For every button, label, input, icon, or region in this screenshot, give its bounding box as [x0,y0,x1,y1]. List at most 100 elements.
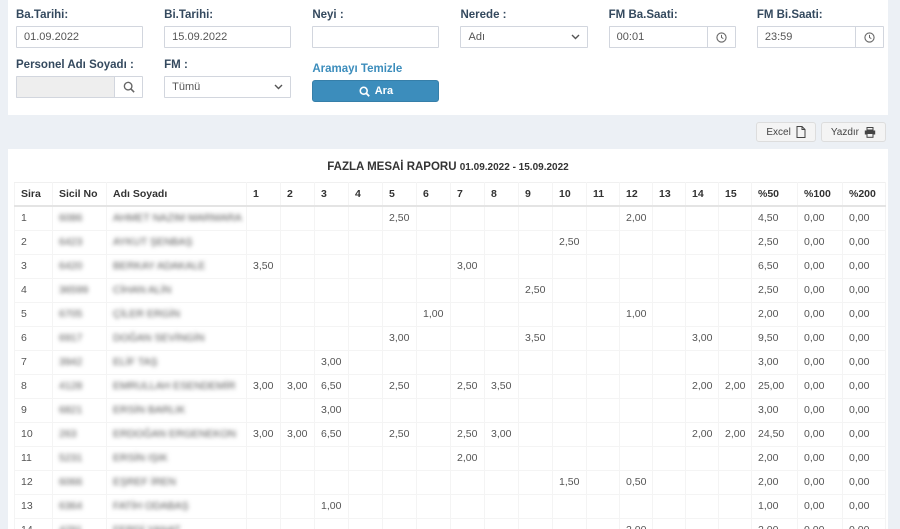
day-value-cell [280,446,315,471]
day-value-cell [484,494,519,519]
neyi-input[interactable] [312,26,440,48]
day-value-cell [348,422,383,447]
day-value-cell [382,518,417,529]
sira-cell: 7 [14,350,53,375]
column-header: 4 [348,182,383,207]
personel-input[interactable] [16,76,115,98]
name-cell: ELİF TAŞ [106,350,247,375]
fm-select[interactable]: Tümü [164,76,292,98]
clear-search-link[interactable]: Aramayı Temizle [312,63,402,75]
export-toolbar: Excel Yazdır [8,122,886,142]
day-value-cell [314,254,349,279]
day-value-cell [652,230,686,255]
clock-icon [854,26,884,48]
name-cell: AYKUT ŞENBAŞ [106,230,247,255]
percent-total-cell: 0,00 [842,350,886,375]
day-value-cell [280,350,315,375]
percent-total-cell: 0,00 [842,470,886,495]
percent-total-cell: 2,50 [751,230,798,255]
day-value-cell [450,205,485,231]
sira-cell: 10 [14,422,53,447]
day-value-cell: 2,50 [382,422,417,447]
day-value-cell [280,230,315,255]
sicil-no-cell: 6423 [52,230,107,255]
percent-total-cell: 1,00 [751,494,798,519]
day-value-cell [652,398,686,423]
percent-total-cell: 2,00 [751,446,798,471]
day-value-cell [280,205,315,231]
column-header: 5 [382,182,417,207]
day-value-cell: 3,50 [484,374,519,399]
day-value-cell [619,398,653,423]
day-value-cell [552,422,587,447]
print-button[interactable]: Yazdır [820,122,886,142]
day-value-cell [652,205,686,231]
percent-total-cell: 0,00 [842,230,886,255]
day-value-cell [382,230,417,255]
column-header: 8 [484,182,519,207]
search-icon [359,85,370,97]
column-header: 15 [718,182,752,207]
day-value-cell [348,278,383,303]
day-value-cell [280,302,315,327]
day-value-cell: 2,00 [718,374,752,399]
day-value-cell [619,422,653,447]
personel-search-button[interactable] [114,76,144,98]
filter-form: Ba.Tarihi: Bi.Tarihi: Neyi : Nerede : Ad… [8,0,888,115]
day-value-cell [619,278,653,303]
day-value-cell [416,230,451,255]
search-button[interactable]: Ara [312,80,440,102]
percent-total-cell: 2,00 [751,518,798,529]
day-value-cell [718,278,752,303]
day-value-cell: 2,50 [518,278,553,303]
day-value-cell [314,446,349,471]
day-value-cell [652,350,686,375]
day-value-cell [718,446,752,471]
day-value-cell [280,494,315,519]
day-value-cell [450,518,485,529]
sira-cell: 8 [14,374,53,399]
day-value-cell [416,494,451,519]
table-row: 5 6705 ÇİLER ERGİN 1,00 1,00 2,00 0,00 0,00 [14,302,886,327]
day-value-cell [484,398,519,423]
day-value-cell [518,230,553,255]
percent-total-cell: 0,00 [797,446,843,471]
day-value-cell [518,302,553,327]
day-value-cell: 3,50 [518,326,553,351]
day-value-cell [718,470,752,495]
ba-tarihi-input[interactable] [16,26,144,48]
day-value-cell: 2,50 [450,374,485,399]
day-value-cell [652,446,686,471]
nerede-select[interactable]: Adı [460,26,588,48]
day-value-cell [246,398,281,423]
day-value-cell [450,230,485,255]
day-value-cell [619,254,653,279]
day-value-cell [652,326,686,351]
fm-bi-saati-input[interactable] [756,26,855,48]
sira-cell: 1 [14,205,53,231]
day-value-cell: 2,00 [619,518,653,529]
sicil-no-cell: 6086 [52,205,107,231]
day-value-cell [280,326,315,351]
clock-icon [706,26,736,48]
day-value-cell [484,446,519,471]
day-value-cell [314,230,349,255]
day-value-cell [652,374,686,399]
bi-tarihi-input[interactable] [164,26,292,48]
day-value-cell: 3,00 [246,374,281,399]
percent-total-cell: 0,00 [797,205,843,231]
day-value-cell [382,278,417,303]
excel-button[interactable]: Excel [756,122,816,142]
day-value-cell [586,254,620,279]
column-header: 3 [314,182,349,207]
name-cell: FERDİ YANAT [106,518,247,529]
day-value-cell [314,470,349,495]
print-button-label: Yazdır [830,126,859,138]
fm-ba-saati-input[interactable] [608,26,707,48]
field-nerede: Nerede : Adı [460,9,588,48]
sicil-no-cell: 4291 [52,518,107,529]
day-value-cell [652,278,686,303]
day-value-cell [484,254,519,279]
day-value-cell: 3,00 [280,374,315,399]
percent-total-cell: 0,00 [842,278,886,303]
